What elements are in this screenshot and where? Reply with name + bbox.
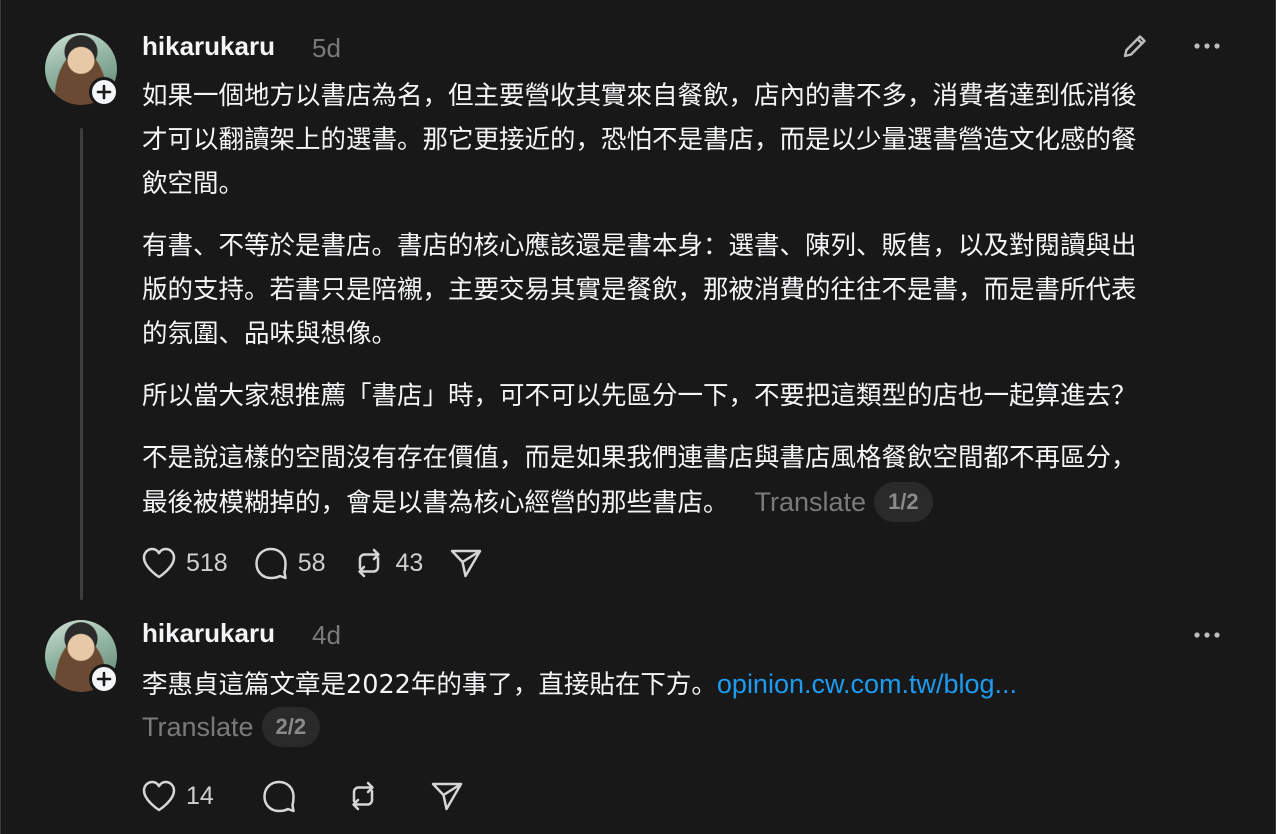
avatar[interactable]	[45, 620, 119, 694]
page-indicator: 2/2	[261, 707, 321, 747]
like-count: 14	[186, 781, 214, 810]
send-icon	[431, 782, 463, 811]
post-paragraph-last: 不是說這樣的空間沒有存在價值，而是如果我們連書店與書店風格餐飲空間都不再區分， …	[142, 436, 1232, 525]
more-horizontal-icon	[1194, 43, 1220, 49]
post-paragraph: 有書、不等於是書店。書店的核心應該還是書本身：選書、陳列、販售，以及對閱讀與出 …	[142, 231, 1137, 349]
repost-icon	[352, 781, 374, 811]
repost-button[interactable]: 43	[350, 545, 424, 581]
username[interactable]: hikarukaru	[142, 618, 275, 649]
comment-count: 58	[297, 548, 326, 577]
follow-button[interactable]	[89, 664, 119, 694]
plus-icon	[96, 671, 112, 687]
more-button[interactable]	[1187, 621, 1227, 649]
plus-icon	[96, 84, 112, 100]
comment-icon	[254, 547, 287, 580]
post-paragraph: 李惠貞這篇文章是2022年的事了，直接貼在下方。opinion.cw.com.t…	[142, 662, 1232, 707]
post-text: 李惠貞這篇文章是2022年的事了，直接貼在下方。	[142, 670, 717, 700]
translate-row: Translate 2/2	[142, 705, 1232, 750]
translate-button[interactable]: Translate	[755, 487, 867, 517]
translate-button[interactable]: Translate	[142, 712, 254, 742]
pencil-icon	[1123, 35, 1146, 58]
repost-button[interactable]	[344, 778, 382, 814]
heart-icon	[142, 780, 176, 812]
like-count: 518	[186, 548, 228, 577]
post-time[interactable]: 4d	[312, 620, 341, 651]
external-link[interactable]: opinion.cw.com.tw/blog...	[717, 669, 1017, 699]
heart-icon	[142, 547, 176, 579]
comment-button[interactable]	[260, 778, 298, 814]
app-frame: hikarukaru 5d 如果一個地方以書店為名，但主要營收其實來自餐飲，店內…	[0, 0, 1276, 834]
repost-icon	[357, 548, 380, 578]
post-paragraph: 如果一個地方以書店為名，但主要營收其實來自餐飲，店內的書不多，消費者達到低消後 …	[142, 81, 1137, 199]
avatar[interactable]	[45, 33, 119, 107]
post-body: 李惠貞這篇文章是2022年的事了，直接貼在下方。opinion.cw.com.t…	[142, 662, 1232, 750]
follow-button[interactable]	[89, 77, 119, 107]
thread-line	[80, 128, 83, 600]
send-icon	[451, 549, 482, 578]
share-button[interactable]	[428, 778, 466, 814]
like-button[interactable]: 14	[140, 778, 214, 814]
post-body: 如果一個地方以書店為名，但主要營收其實來自餐飲，店內的書不多，消費者達到低消後 …	[142, 74, 1232, 525]
share-button[interactable]	[447, 545, 485, 581]
action-bar: 518 58 43	[140, 543, 509, 583]
edit-button[interactable]	[1115, 28, 1155, 64]
username[interactable]: hikarukaru	[142, 31, 275, 62]
comment-icon	[263, 780, 295, 813]
more-button[interactable]	[1187, 32, 1227, 60]
post-paragraph: 所以當大家想推薦「書店」時，可不可以先區分一下，不要把這類型的店也一起算進去？	[142, 381, 1137, 411]
action-bar: 14	[140, 776, 490, 816]
repost-count: 43	[395, 548, 424, 577]
post-paragraph: 不是說這樣的空間沒有存在價值，而是如果我們連書店與書店風格餐飲空間都不再區分， …	[142, 443, 1137, 518]
page-indicator: 1/2	[874, 482, 933, 522]
more-horizontal-icon	[1194, 632, 1220, 638]
post-time[interactable]: 5d	[312, 33, 341, 64]
like-button[interactable]: 518	[140, 545, 228, 581]
comment-button[interactable]: 58	[252, 545, 326, 581]
